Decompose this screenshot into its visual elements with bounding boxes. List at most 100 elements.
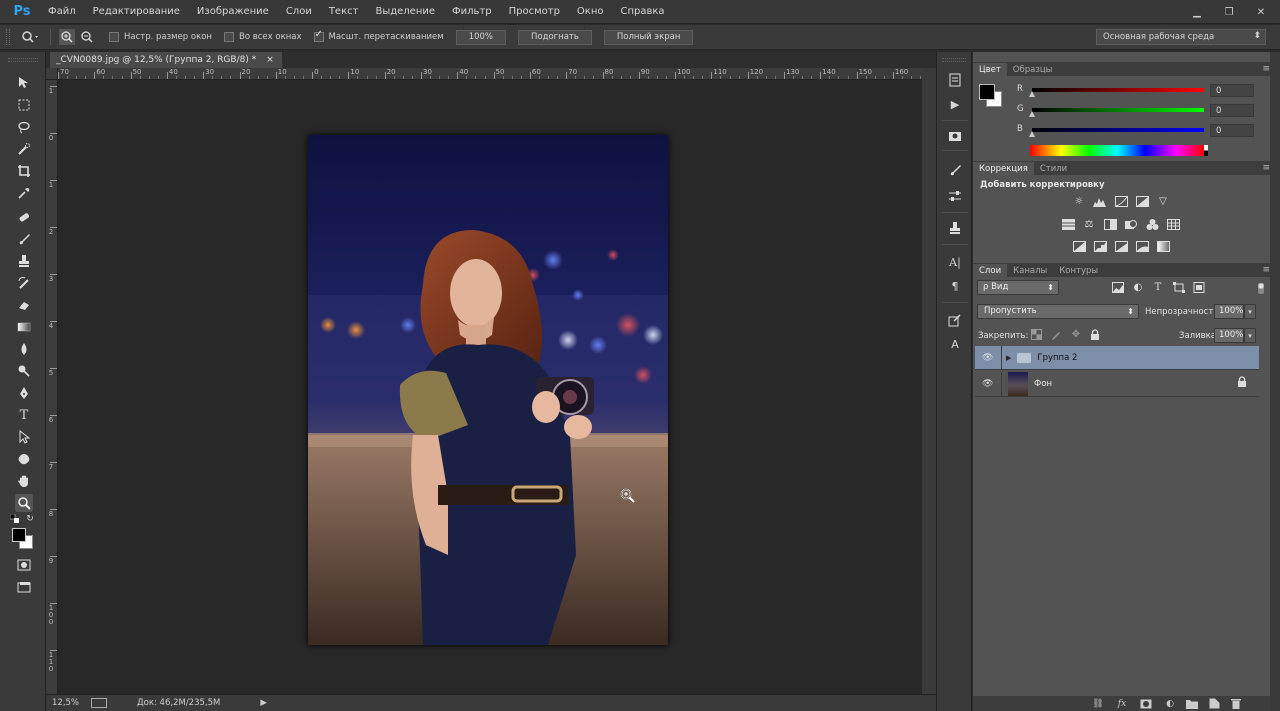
- document-image[interactable]: [308, 135, 668, 645]
- close-button[interactable]: ✕: [1252, 5, 1270, 19]
- tab-layers[interactable]: Слои: [973, 264, 1008, 277]
- new-adjustment-icon[interactable]: ◐: [1163, 697, 1177, 710]
- new-layer-icon[interactable]: [1207, 697, 1221, 710]
- default-colors-icon[interactable]: [10, 514, 20, 524]
- eye-icon[interactable]: 👁: [982, 379, 996, 389]
- marquee-tool-icon[interactable]: [15, 96, 33, 114]
- menu-edit[interactable]: Редактирование: [93, 6, 180, 17]
- layer-name[interactable]: Фон: [1034, 379, 1052, 389]
- posterize-icon[interactable]: [1093, 240, 1107, 253]
- panel-menu-icon[interactable]: ≡: [1262, 64, 1270, 74]
- red-value[interactable]: 0: [1210, 84, 1254, 97]
- color-fg-swatch[interactable]: [979, 84, 995, 100]
- fill-screen-button[interactable]: Полный экран: [603, 29, 694, 45]
- blue-slider[interactable]: B 0: [1017, 124, 1267, 138]
- filter-smart-object-icon[interactable]: [1192, 281, 1206, 294]
- history-panel-icon[interactable]: [946, 72, 964, 88]
- zoom-in-icon[interactable]: [59, 29, 75, 45]
- path-selection-tool-icon[interactable]: [15, 428, 33, 446]
- green-thumb[interactable]: [1029, 111, 1035, 117]
- fill-input[interactable]: 100%: [1214, 328, 1244, 343]
- gradient-map-icon[interactable]: [1156, 240, 1170, 253]
- shape-tool-icon[interactable]: [15, 450, 33, 468]
- swap-colors-icon[interactable]: ↻: [25, 514, 35, 524]
- dodge-tool-icon[interactable]: [15, 362, 33, 380]
- resize-windows-checkbox[interactable]: [109, 32, 119, 42]
- status-menu-arrow-icon[interactable]: ▶: [260, 698, 267, 708]
- filter-adjustment-icon[interactable]: ◐: [1131, 281, 1145, 294]
- menu-image[interactable]: Изображение: [197, 6, 269, 17]
- eyedropper-tool-icon[interactable]: [15, 184, 33, 202]
- scrubby-zoom-checkbox[interactable]: [313, 29, 324, 42]
- brightness-contrast-icon[interactable]: ☼: [1072, 195, 1086, 208]
- invert-icon[interactable]: [1072, 240, 1086, 253]
- restore-button[interactable]: ❐: [1220, 5, 1238, 19]
- actions-panel-icon[interactable]: ▶: [946, 96, 964, 112]
- color-lookup-icon[interactable]: [1166, 218, 1180, 231]
- paragraph-panel-icon[interactable]: ¶: [946, 278, 964, 294]
- menu-view[interactable]: Просмотр: [509, 6, 560, 17]
- lasso-tool-icon[interactable]: [15, 118, 33, 136]
- new-group-icon[interactable]: [1185, 697, 1199, 710]
- zoom-level[interactable]: 12,5%: [52, 698, 79, 708]
- tool-presets-icon[interactable]: [946, 312, 964, 328]
- black-white-icon[interactable]: [1103, 218, 1117, 231]
- blue-track[interactable]: [1032, 128, 1204, 132]
- zoom-tool-icon[interactable]: [15, 494, 33, 512]
- levels-icon[interactable]: [1092, 195, 1106, 208]
- delete-layer-icon[interactable]: [1229, 697, 1243, 710]
- photo-filter-icon[interactable]: [1124, 218, 1138, 231]
- menu-select[interactable]: Выделение: [375, 6, 435, 17]
- vertical-ruler[interactable]: 101234567891 0 01 1 0: [46, 80, 58, 694]
- color-spectrum[interactable]: [1030, 145, 1204, 156]
- foreground-color-swatch[interactable]: [12, 528, 26, 542]
- horizontal-ruler[interactable]: 70 60 50 40 30 20 10 0 10 20 30 40 50 60 70 80 90 100 110 1…: [58, 68, 922, 80]
- all-windows-checkbox[interactable]: [223, 32, 234, 42]
- minimize-button[interactable]: ▁: [1188, 5, 1206, 19]
- move-tool-icon[interactable]: [15, 74, 33, 92]
- tab-adjustments[interactable]: Коррекция: [973, 162, 1034, 175]
- brush-settings-icon[interactable]: [946, 188, 964, 204]
- layer-thumbnail[interactable]: [1008, 371, 1028, 396]
- tab-swatches[interactable]: Образцы: [1007, 63, 1059, 76]
- filter-toggle-icon[interactable]: [1256, 282, 1266, 295]
- close-tab-icon[interactable]: ×: [266, 55, 274, 65]
- type-tool-icon[interactable]: T: [15, 406, 33, 424]
- blue-value[interactable]: 0: [1210, 124, 1254, 137]
- eye-icon[interactable]: 👁: [982, 353, 996, 363]
- ruler-corner[interactable]: [46, 68, 58, 80]
- canvas-area[interactable]: [58, 80, 922, 694]
- document-tab[interactable]: _CVN0089.jpg @ 12,5% (Группа 2, RGB/8) *…: [50, 52, 282, 68]
- green-track[interactable]: [1032, 108, 1204, 112]
- layer-name[interactable]: Группа 2: [1037, 353, 1077, 363]
- hand-tool-icon[interactable]: [15, 472, 33, 490]
- panels-scrollbar[interactable]: [1270, 52, 1280, 711]
- menu-help[interactable]: Справка: [621, 6, 665, 17]
- panel-menu-icon[interactable]: ≡: [1262, 265, 1270, 275]
- crop-tool-icon[interactable]: [15, 162, 33, 180]
- threshold-icon[interactable]: [1114, 240, 1128, 253]
- proof-icon[interactable]: [91, 698, 108, 708]
- link-layers-icon[interactable]: ⛓: [1091, 697, 1105, 710]
- history-brush-tool-icon[interactable]: [15, 274, 33, 292]
- zoom-out-icon[interactable]: [79, 29, 95, 45]
- menu-window[interactable]: Окно: [577, 6, 604, 17]
- red-track[interactable]: [1032, 88, 1204, 92]
- selective-color-icon[interactable]: [1135, 240, 1149, 253]
- layer-style-icon[interactable]: fx: [1115, 697, 1129, 710]
- blur-tool-icon[interactable]: [15, 340, 33, 358]
- quick-mask-icon[interactable]: [15, 556, 33, 574]
- eraser-tool-icon[interactable]: [15, 296, 33, 314]
- hue-saturation-icon[interactable]: [1061, 218, 1075, 231]
- brush-tool-icon[interactable]: [15, 230, 33, 248]
- brush-presets-icon[interactable]: [946, 162, 964, 178]
- screen-mode-icon[interactable]: [15, 578, 33, 596]
- actual-pixels-button[interactable]: 100%: [455, 29, 507, 45]
- color-balance-icon[interactable]: ⚖: [1082, 218, 1096, 231]
- opacity-input[interactable]: 100%: [1214, 304, 1244, 319]
- fit-screen-button[interactable]: Подогнать: [518, 29, 592, 45]
- panel-menu-icon[interactable]: ≡: [1262, 163, 1270, 173]
- menu-filter[interactable]: Фильтр: [452, 6, 492, 17]
- lock-pixels-icon[interactable]: [1049, 328, 1063, 341]
- layer-row[interactable]: 👁 Фон: [975, 371, 1259, 397]
